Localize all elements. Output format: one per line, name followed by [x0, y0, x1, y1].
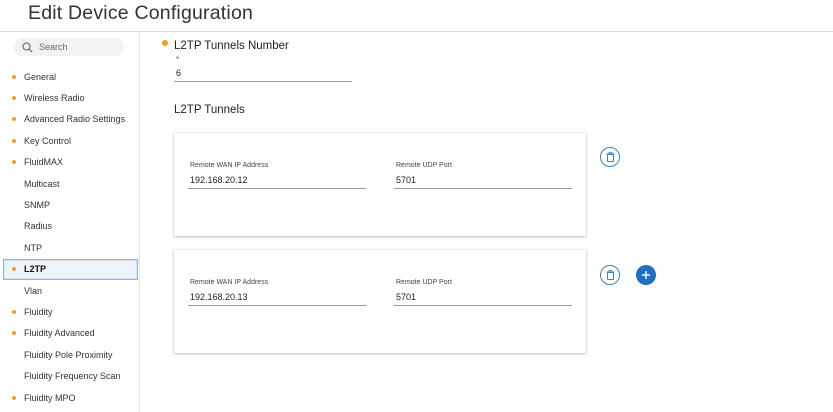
page-title: Edit Device Configuration	[28, 2, 254, 24]
remote-port-label: Remote UDP Port	[396, 162, 452, 169]
search-box[interactable]: Search	[14, 38, 124, 56]
status-dot	[12, 117, 16, 122]
plus-icon	[642, 271, 650, 279]
sidebar-item-wireless-radio[interactable]: Wireless Radio	[0, 87, 139, 108]
add-tunnel-button[interactable]	[636, 265, 656, 285]
delete-tunnel-button[interactable]	[600, 265, 620, 285]
sidebar-nav: General Wireless Radio Advanced Radio Se…	[0, 66, 139, 408]
sidebar-item-label: General	[24, 71, 57, 82]
remote-ip-input[interactable]: 192.168.20.13	[190, 292, 248, 302]
sidebar-item-label: Fluidity Frequency Scan	[24, 371, 121, 382]
sidebar-item-label: Fluidity	[24, 306, 53, 317]
remote-port-input[interactable]: 5701	[396, 175, 416, 185]
status-dot	[12, 395, 16, 400]
sidebar-item-label: SNMP	[24, 200, 51, 211]
remote-ip-underline	[188, 188, 366, 189]
sidebar-item-fluidity-advanced[interactable]: Fluidity Advanced	[0, 323, 139, 344]
sidebar-item-fluidity-pole-proximity[interactable]: Fluidity Pole Proximity	[0, 344, 139, 365]
remote-port-label: Remote UDP Port	[396, 279, 452, 286]
sidebar-item-label: Advanced Radio Settings	[24, 114, 126, 125]
sidebar-item-multicast[interactable]: Multicast	[0, 173, 139, 194]
tunnel-card: Remote WAN IP Address 192.168.20.13 Remo…	[174, 250, 586, 353]
tunnels-number-label: L2TP Tunnels Number	[174, 40, 289, 52]
sidebar-item-label: Wireless Radio	[24, 93, 85, 104]
sidebar-item-label: FluidMAX	[24, 157, 64, 168]
sidebar-item-radius[interactable]: Radius	[0, 216, 139, 237]
remote-port-input[interactable]: 5701	[396, 292, 416, 302]
sidebar-item-label: Radius	[24, 221, 53, 232]
sidebar-item-key-control[interactable]: Key Control	[0, 130, 139, 151]
sidebar-item-label: Multicast	[24, 178, 60, 189]
sidebar-item-ntp[interactable]: NTP	[0, 237, 139, 258]
sidebar-item-label: NTP	[24, 242, 42, 253]
remote-ip-label: Remote WAN IP Address	[190, 162, 269, 169]
trash-icon	[606, 270, 614, 280]
status-dot	[12, 138, 16, 143]
required-asterisk: *	[176, 55, 180, 64]
search-icon	[22, 41, 33, 52]
tunnels-section-title: L2TP Tunnels	[174, 104, 245, 116]
sidebar-item-advanced-radio-settings[interactable]: Advanced Radio Settings	[0, 109, 139, 130]
sidebar-item-label: Fluidity Advanced	[24, 328, 95, 339]
trash-icon	[606, 152, 614, 162]
sidebar-item-fluidmax[interactable]: FluidMAX	[0, 152, 139, 173]
required-indicator	[162, 40, 168, 46]
tunnels-number-underline	[174, 81, 352, 82]
sidebar-item-label: Fluidity MPO	[24, 392, 76, 403]
tunnel-card: Remote WAN IP Address 192.168.20.12 Remo…	[174, 133, 586, 236]
sidebar-item-label: L2TP	[24, 264, 47, 275]
tunnels-number-input[interactable]: 6	[176, 68, 181, 78]
remote-ip-label: Remote WAN IP Address	[190, 279, 269, 286]
status-dot	[12, 160, 16, 165]
status-dot	[12, 96, 16, 101]
status-dot	[12, 309, 16, 314]
sidebar-item-label: Fluidity Pole Proximity	[24, 349, 113, 360]
sidebar-item-fluidity[interactable]: Fluidity	[0, 301, 139, 322]
sidebar-item-general[interactable]: General	[0, 66, 139, 87]
status-dot	[12, 331, 16, 336]
search-input[interactable]: Search	[39, 42, 68, 52]
remote-port-underline	[394, 188, 572, 189]
header-divider	[0, 31, 833, 32]
delete-tunnel-button[interactable]	[600, 147, 620, 167]
sidebar-item-fluidity-mpo[interactable]: Fluidity MPO	[0, 387, 139, 408]
remote-ip-input[interactable]: 192.168.20.12	[190, 175, 248, 185]
remote-port-underline	[394, 305, 572, 306]
sidebar-item-label: Key Control	[24, 135, 72, 146]
sidebar-item-vlan[interactable]: Vlan	[0, 280, 139, 301]
status-dot	[12, 267, 16, 272]
sidebar-item-snmp[interactable]: SNMP	[0, 194, 139, 215]
status-dot	[12, 74, 16, 79]
sidebar-item-fluidity-frequency-scan[interactable]: Fluidity Frequency Scan	[0, 365, 139, 386]
sidebar-item-label: Vlan	[24, 285, 43, 296]
sidebar-divider	[139, 32, 140, 412]
sidebar-item-l2tp[interactable]: L2TP	[3, 258, 138, 280]
remote-ip-underline	[188, 305, 366, 306]
